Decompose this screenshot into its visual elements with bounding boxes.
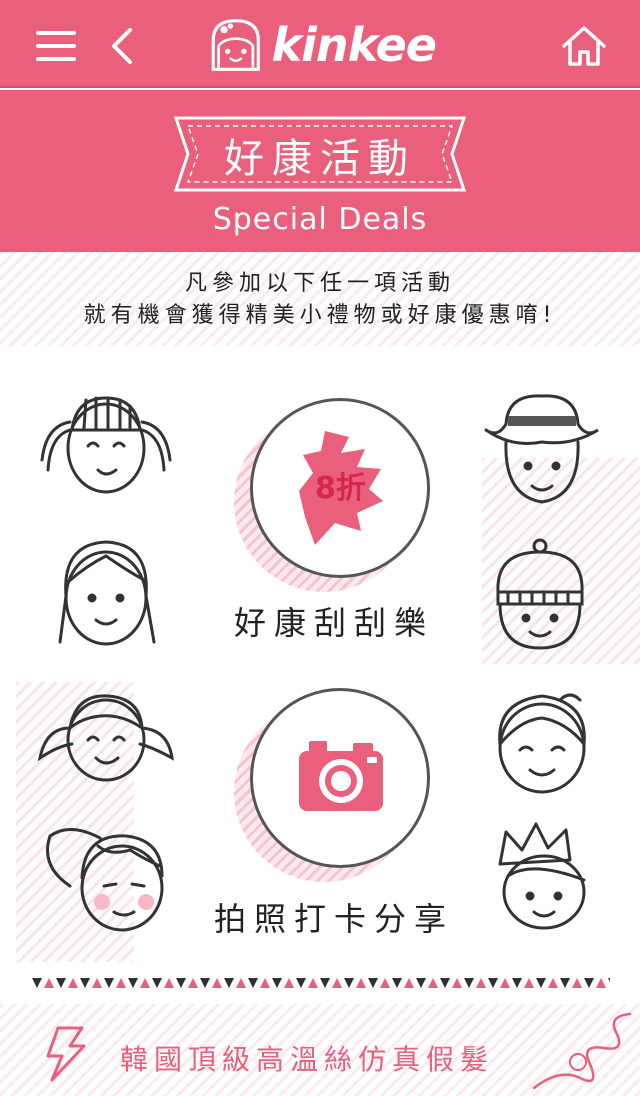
girl-long-hair-face-icon: [58, 540, 156, 646]
boy-short-hair-face-icon: [498, 693, 586, 794]
deal-badge: 8折: [315, 471, 366, 506]
triangle-divider: [30, 974, 610, 994]
camera-icon: [299, 741, 383, 811]
scratch-card-button[interactable]: 8折: [250, 398, 430, 578]
girl-pigtails-face-icon: [37, 694, 174, 782]
hamburger-menu-icon: [36, 31, 76, 61]
boy-hat-face-icon: [484, 394, 599, 504]
activities-area: 8折 好康刮刮樂 拍照打卡分享: [0, 346, 640, 966]
home-button[interactable]: [558, 20, 610, 72]
girl-bangs-pigtails-face-icon: [40, 396, 172, 494]
swirl-decoration-icon: [532, 1012, 632, 1090]
photo-share-button[interactable]: [250, 688, 430, 868]
girl-ponytail-face-icon: [46, 828, 164, 932]
boy-crown-face-icon: [498, 822, 586, 930]
photo-share-label[interactable]: 拍照打卡分享: [184, 894, 484, 940]
chevron-left-icon: [112, 28, 132, 64]
promo-text: 韓國頂級高溫絲仿真假髮: [120, 1043, 495, 1076]
page-title: 好康活動: [224, 136, 416, 182]
kinkee-logo[interactable]: kinkee: [206, 10, 437, 80]
boy-beanie-face-icon: [496, 538, 584, 650]
scratch-card-label[interactable]: 好康刮刮樂: [184, 598, 484, 644]
lightning-icon: [46, 1026, 86, 1082]
intro-text-block: 凡參加以下任一項活動 就有機會獲得精美小禮物或好康優惠唷!: [0, 252, 640, 346]
back-button[interactable]: [100, 22, 144, 70]
promo-strip[interactable]: 韓國頂級高溫絲仿真假髮: [0, 1004, 640, 1096]
header-banner: 好康活動 Special Deals: [0, 90, 640, 252]
logo-text: kinkee: [271, 18, 437, 72]
home-icon: [562, 26, 606, 66]
intro-line-2: 就有機會獲得精美小禮物或好康優惠唷!: [83, 303, 557, 328]
top-bar: kinkee: [0, 0, 640, 88]
menu-button[interactable]: [32, 22, 80, 70]
girl-mascot-icon: [211, 19, 260, 71]
page-subtitle: Special Deals: [212, 202, 428, 237]
intro-line-1: 凡參加以下任一項活動: [184, 271, 455, 296]
